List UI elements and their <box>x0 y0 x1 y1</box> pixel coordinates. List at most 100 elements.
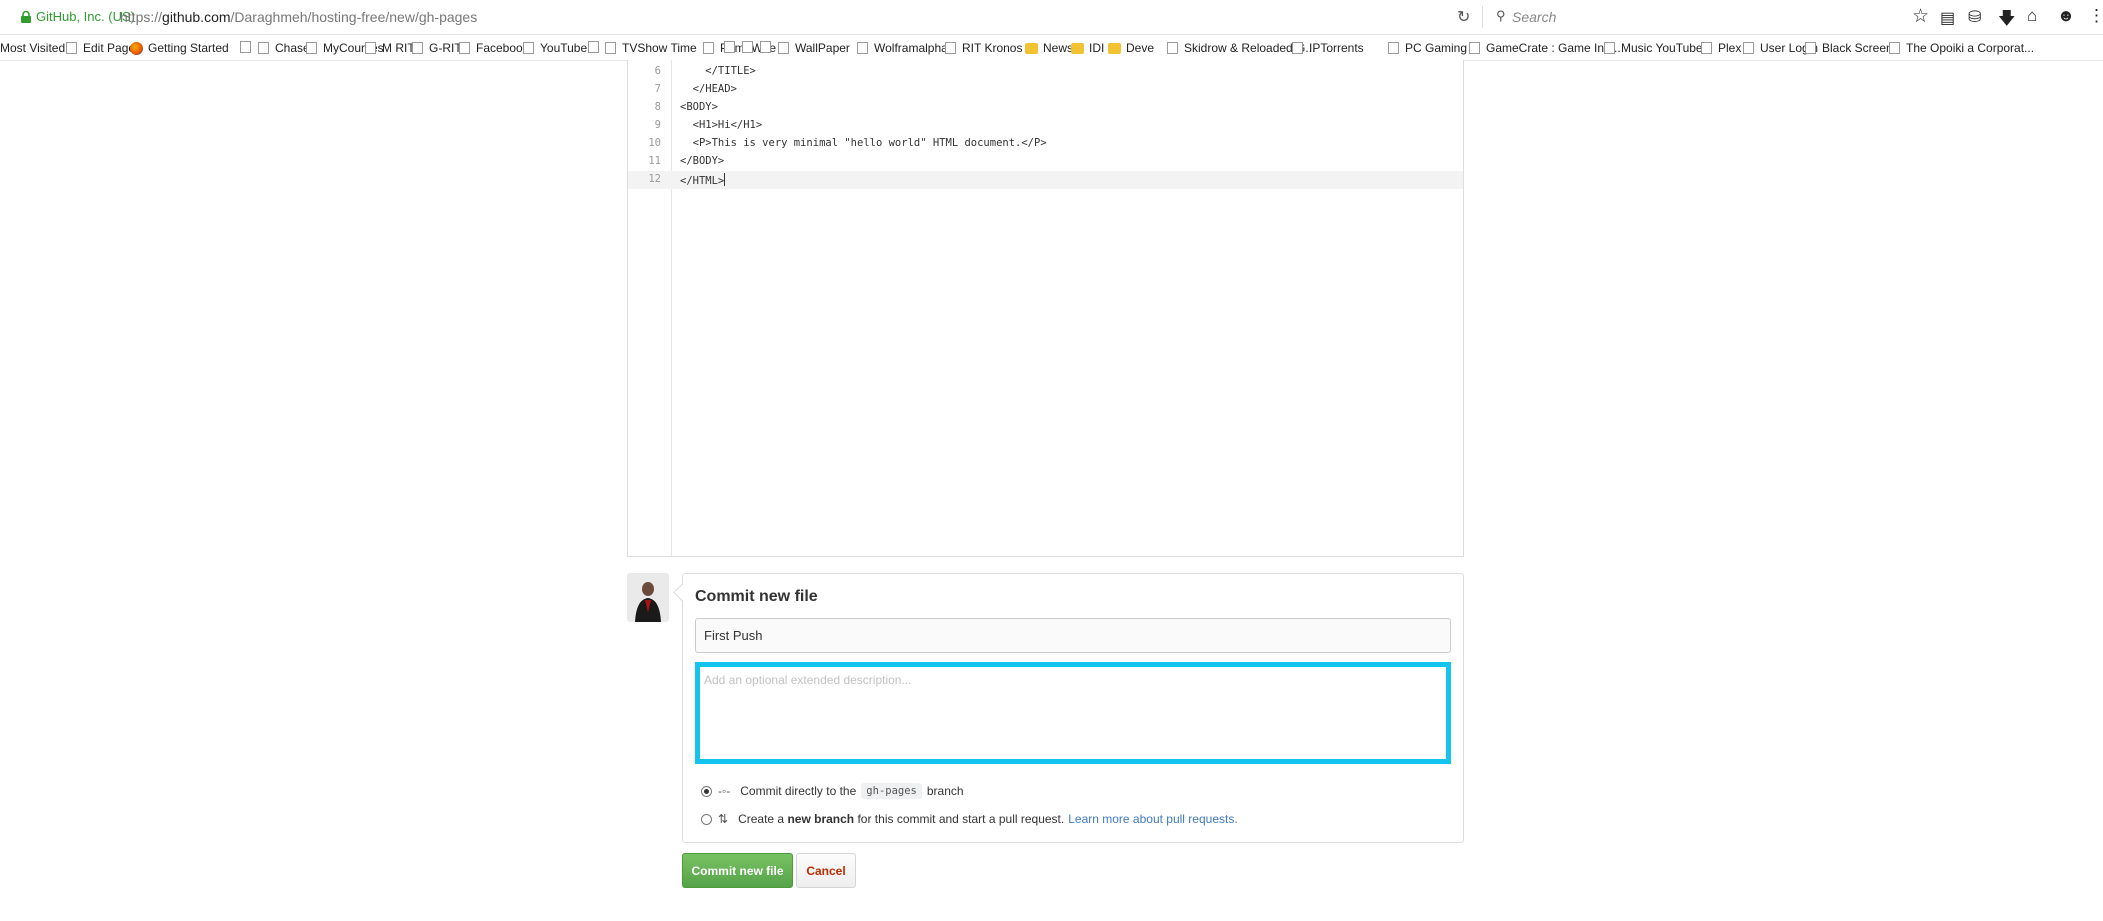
bookmark-label: G-RIT <box>429 41 462 55</box>
commit-direct-option[interactable]: -◦- Commit directly to the gh-pages bran… <box>701 783 964 799</box>
page-icon <box>605 42 616 54</box>
code-line[interactable]: 7 </HEAD> <box>628 81 1463 99</box>
reading-list-icon[interactable]: ▤ <box>1940 8 1955 28</box>
page-icon <box>760 41 771 53</box>
commit-summary-input[interactable] <box>695 618 1451 653</box>
bookmark-item[interactable]: Edit Page <box>66 41 135 55</box>
bookmark-item[interactable]: GameCrate : Game Ind... <box>1469 41 1621 55</box>
bookmark-item[interactable]: WallPaper <box>778 41 850 55</box>
commit-description-textarea[interactable] <box>695 662 1451 764</box>
folder-icon <box>1108 42 1121 54</box>
bookmark-label: Edit Page <box>83 41 136 55</box>
bookmark-item[interactable]: Black Screen <box>1805 41 1893 55</box>
line-number: 12 <box>648 173 661 185</box>
bookmark-label: Facebook <box>476 41 529 55</box>
line-number: 9 <box>654 119 661 131</box>
hello-icon[interactable]: ☻ <box>2057 6 2075 26</box>
code-line[interactable]: 8 <BODY> <box>628 99 1463 117</box>
bookmark-item[interactable]: PC Gaming <box>1388 41 1467 55</box>
bookmark-item[interactable]: G-RIT <box>412 41 462 55</box>
commit-title: Commit new file <box>695 588 818 605</box>
page-icon <box>365 42 376 54</box>
commit-direct-radio[interactable] <box>701 785 712 797</box>
bookmark-item[interactable]: IPTorrents <box>1292 41 1364 55</box>
code-editor[interactable]: 6 </TITLE> 7 </HEAD> 8 <BODY> 9 <H1>Hi</H1> 1… <box>627 60 1464 557</box>
git-commit-icon: -◦- <box>718 784 731 798</box>
bookmark-label: GameCrate : Game Ind... <box>1486 41 1621 55</box>
reload-icon[interactable]: ↻ <box>1457 7 1470 27</box>
bookmark-label: Deve <box>1126 41 1155 55</box>
bookmark-label: Chase <box>275 41 310 55</box>
menu-icon[interactable]: ⋮ <box>2088 6 2103 26</box>
address-field[interactable]: https://github.com/Daraghmeh/hosting-fre… <box>120 9 477 25</box>
bookmark-item[interactable]: Chase <box>258 41 310 55</box>
line-number: 10 <box>648 137 661 149</box>
new-branch-option[interactable]: ⇅ Create a new branch for this commit an… <box>701 812 1238 826</box>
code-line[interactable]: 6 </TITLE> <box>628 63 1463 81</box>
bookmark-star-icon[interactable]: ☆ <box>1912 5 1929 28</box>
bookmark-label: Music YouTube <box>1621 41 1703 55</box>
home-icon[interactable]: ⌂ <box>2027 6 2037 26</box>
page-icon <box>412 42 423 54</box>
page-icon <box>1889 42 1900 54</box>
bookmark-item[interactable]: Deve <box>1108 41 1154 55</box>
code-line[interactable]: 10 <P>This is very minimal "hello world"… <box>628 135 1463 153</box>
bookmark-item[interactable] <box>240 41 257 53</box>
page-icon <box>459 42 470 54</box>
search-engine-icon[interactable]: ⚲ <box>1496 8 1506 24</box>
bookmark-item[interactable]: Facebook <box>459 41 529 55</box>
bookmark-label: Wolframalpha <box>874 41 948 55</box>
bookmark-item[interactable]: The Opoiki a Corporat... <box>1889 41 2034 55</box>
cancel-button[interactable]: Cancel <box>796 853 856 888</box>
downloads-icon[interactable]: 🡇 <box>1998 6 2015 35</box>
page-icon <box>703 42 714 54</box>
commit-form: Commit new file -◦- Commit directly to t… <box>673 573 1464 843</box>
bookmark-item[interactable]: YouTube <box>523 41 587 55</box>
page-icon <box>724 41 735 53</box>
bookmark-item[interactable]: Plex <box>1701 41 1741 55</box>
pocket-icon[interactable]: ⛁ <box>1968 7 1981 27</box>
bookmark-item[interactable]: TVShow Time <box>605 41 697 55</box>
code-line[interactable]: 11 </BODY> <box>628 153 1463 171</box>
bookmark-item[interactable] <box>724 41 741 53</box>
new-branch-radio[interactable] <box>701 813 712 825</box>
page-icon <box>1743 42 1754 54</box>
page-icon <box>778 42 789 54</box>
page-icon <box>1604 42 1615 54</box>
bookmark-item[interactable] <box>760 41 777 53</box>
bookmark-item[interactable]: Getting Started <box>130 41 229 55</box>
bookmark-item[interactable] <box>742 41 759 53</box>
page-icon <box>1292 42 1303 54</box>
bookmark-item[interactable]: News <box>1025 41 1073 55</box>
user-photo <box>627 573 669 622</box>
bookmark-item[interactable]: Most Visited <box>0 41 65 55</box>
page-icon <box>1388 42 1399 54</box>
commit-new-file-button[interactable]: Commit new file <box>682 853 793 888</box>
new-branch-label-prefix: Create a <box>738 812 785 826</box>
code-line[interactable]: 12 </HTML> <box>628 171 1463 189</box>
page-icon <box>523 42 534 54</box>
toolbar-divider <box>1482 6 1483 28</box>
code-text: </HTML> <box>680 173 726 187</box>
bookmark-item[interactable]: IDI <box>1071 41 1104 55</box>
text-cursor <box>724 173 726 186</box>
bookmark-item[interactable] <box>588 41 605 53</box>
search-input[interactable]: Search <box>1512 9 1556 25</box>
bookmark-label: Black Screen <box>1822 41 1893 55</box>
learn-more-link[interactable]: Learn more about pull requests. <box>1068 812 1237 826</box>
bookmark-label: TVShow Time <box>622 41 697 55</box>
folder-icon <box>1025 42 1038 54</box>
bookmark-item[interactable]: RIT Kronos <box>945 41 1022 55</box>
commit-direct-label-suffix: branch <box>926 784 964 798</box>
page-icon <box>1805 42 1816 54</box>
bookmark-item[interactable]: Music YouTube <box>1604 41 1703 55</box>
page-icon <box>1701 42 1712 54</box>
branch-name: gh-pages <box>861 783 922 799</box>
bookmark-item[interactable]: Wolframalpha <box>857 41 948 55</box>
code-line[interactable]: 9 <H1>Hi</H1> <box>628 117 1463 135</box>
page-icon <box>1167 42 1178 54</box>
new-branch-label-bold: new branch <box>787 812 855 826</box>
bookmark-label: PC Gaming <box>1405 41 1468 55</box>
lock-icon <box>21 11 31 23</box>
bookmark-item[interactable]: M RIT <box>365 41 415 55</box>
